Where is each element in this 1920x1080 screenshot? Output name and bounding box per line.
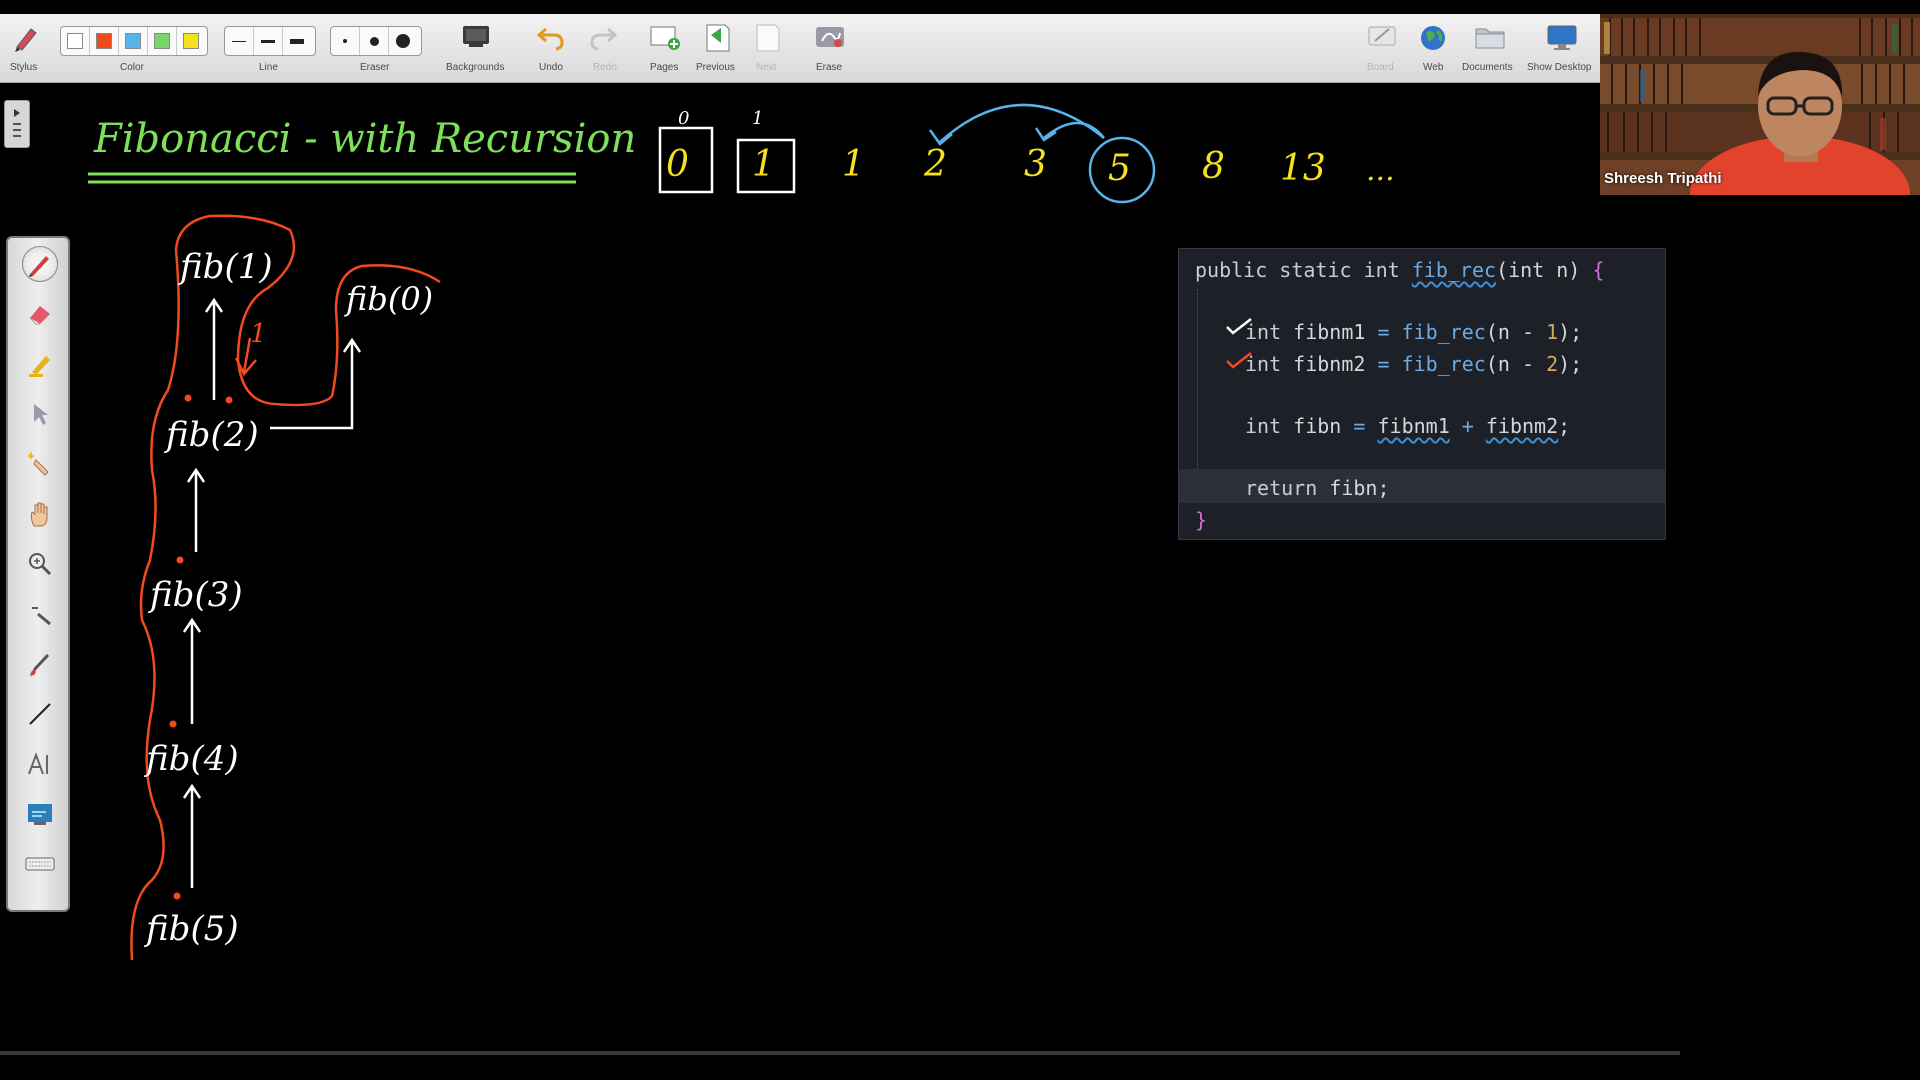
check-mark-orange	[1226, 352, 1252, 369]
tree-node-fib1: fib(1)	[177, 247, 273, 287]
code-line-signature: public static int fib_rec(int n) {	[1195, 258, 1605, 282]
code-editor-snippet: public static int fib_rec(int n) { int f…	[1178, 248, 1666, 540]
sequence-value-6: 8	[1202, 146, 1225, 187]
bookshelf-background	[1600, 14, 1920, 195]
trace-dot-4	[169, 720, 177, 728]
arrow-fib4-fib3	[182, 617, 202, 724]
trace-dot-5	[173, 892, 181, 900]
sequence-value-8: ...	[1366, 153, 1395, 188]
indent-guide	[1197, 289, 1198, 493]
sequence-value-3: 2	[923, 144, 947, 185]
trace-dot-1	[184, 394, 192, 402]
sequence-value-4: 3	[1024, 144, 1047, 185]
code-line-close-brace: }	[1195, 508, 1208, 532]
arrow-fib2-fib1	[204, 297, 224, 400]
tree-node-fib2: fib(2)	[163, 415, 259, 455]
tree-node-fib3: fib(3)	[147, 575, 243, 615]
arrow-fib2-fib0	[270, 337, 362, 430]
check-mark-white	[1226, 318, 1252, 335]
sequence-index-0: 0	[678, 108, 689, 129]
webcam-video[interactable]: Shreesh Tripathi	[1600, 14, 1920, 195]
participant-name: Shreesh Tripathi	[1604, 170, 1722, 187]
code-line-fibn: int fibn = fibnm1 + fibnm2;	[1245, 414, 1571, 438]
tree-node-fib0: fib(0)	[344, 280, 433, 318]
return-value-note: 1	[250, 319, 267, 349]
arrow-fib3-fib2	[186, 467, 206, 552]
sum-arrow-2-head	[1034, 127, 1057, 142]
sum-arrow-2	[1043, 121, 1105, 139]
title-underline	[88, 172, 576, 184]
bottom-divider	[0, 1051, 1680, 1055]
sequence-value-7: 13	[1280, 148, 1326, 189]
code-line-fibnm2: int fibnm2 = fib_rec(n - 2);	[1245, 352, 1583, 376]
trace-dot-2	[225, 396, 233, 404]
sequence-value-0: 0	[666, 144, 689, 185]
sum-arrow-1-head	[928, 129, 953, 146]
board-title: Fibonacci - with Recursion	[93, 116, 636, 162]
arrow-fib5-fib4	[182, 783, 202, 888]
sequence-index-1: 1	[752, 108, 763, 129]
sequence-value-2: 1	[842, 144, 865, 185]
tree-node-fib5: fib(5)	[143, 909, 239, 949]
code-line-return: return fibn;	[1245, 476, 1390, 500]
tree-node-fib4: fib(4)	[143, 739, 239, 779]
sequence-value-5: 5	[1108, 148, 1131, 189]
trace-dot-3	[176, 556, 184, 564]
code-line-fibnm1: int fibnm1 = fib_rec(n - 1);	[1245, 320, 1583, 344]
sequence-value-1: 1	[752, 144, 775, 185]
